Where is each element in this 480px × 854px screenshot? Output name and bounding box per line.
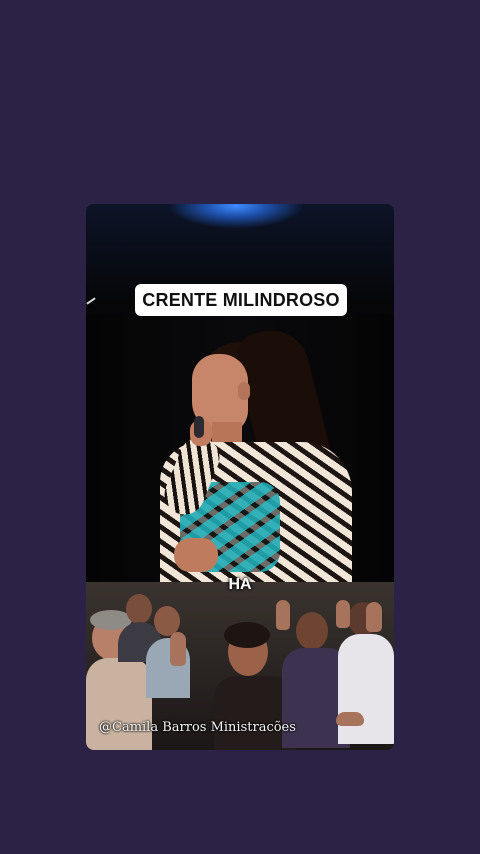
raised-hand [276,600,290,630]
video-player[interactable]: CRENTE MILINDROSO HA @Camila Barros Mini… [86,204,394,750]
singer-lower-hand [174,538,218,572]
raised-hand [336,600,350,628]
subtitle-caption: HA [228,576,252,593]
microphone-icon [194,416,204,438]
video-title-badge: CRENTE MILINDROSO [135,284,347,316]
raised-hand [336,712,364,726]
raised-hand [366,602,382,632]
channel-watermark: @Camila Barros Ministracões [99,720,296,735]
raised-hand [170,632,186,666]
singer-ear [238,382,250,400]
